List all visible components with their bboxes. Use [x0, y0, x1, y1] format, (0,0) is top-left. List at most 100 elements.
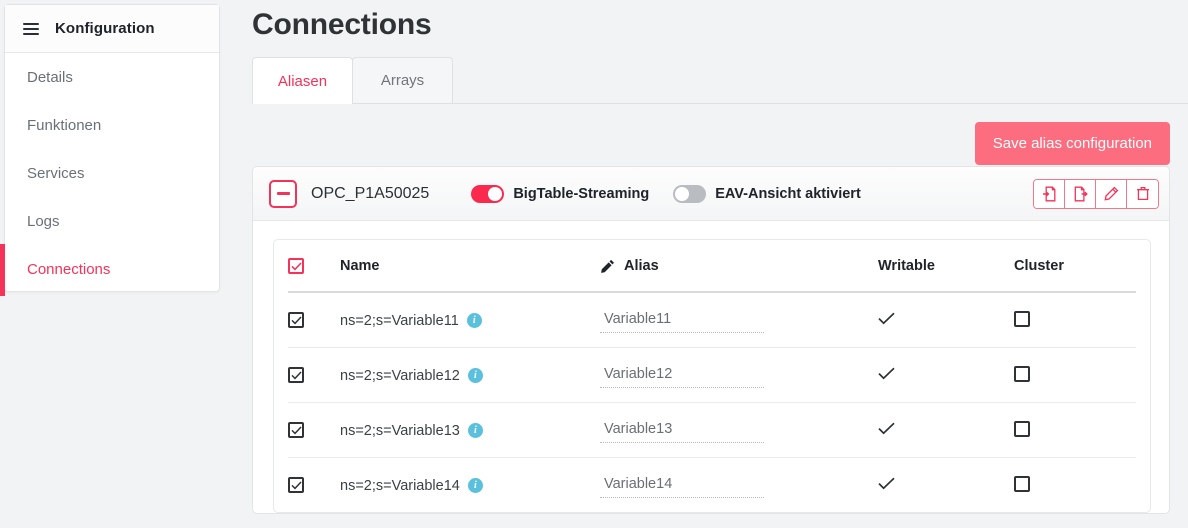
tab-aliasen[interactable]: Aliasen [252, 57, 353, 104]
row-cluster-cell [1014, 347, 1136, 403]
bigtable-streaming-toggle-group: BigTable-Streaming [471, 184, 650, 203]
sidebar-header: Konfiguration [5, 5, 219, 53]
column-header-alias-label: Alias [624, 258, 659, 275]
file-import-icon[interactable] [1034, 179, 1065, 208]
row-name-cell: ns=2;s=Variable14 i [340, 457, 600, 512]
main-content: Connections Aliasen Arrays Save alias co… [240, 0, 1188, 528]
sidebar-item-label: Details [27, 68, 73, 86]
alias-input[interactable] [600, 473, 764, 498]
collapse-minus-icon[interactable] [269, 179, 297, 208]
column-header-cluster: Cluster [1014, 240, 1136, 293]
tab-label: Aliasen [277, 72, 328, 90]
row-cluster-cell [1014, 457, 1136, 512]
toolbar: Save alias configuration [240, 104, 1170, 166]
row-name-cell: ns=2;s=Variable12 i [340, 347, 600, 403]
eav-ansicht-toggle[interactable] [673, 184, 707, 203]
writable-check-icon [878, 312, 895, 329]
row-name-cell: ns=2;s=Variable13 i [340, 402, 600, 458]
alias-table-body: ns=2;s=Variable11 i Variable11 ns=2;s=Va… [288, 291, 1136, 512]
sidebar-item-funktionen[interactable]: Funktionen [5, 101, 219, 149]
row-select-cell [288, 291, 340, 348]
row-checkbox[interactable] [288, 367, 304, 384]
tab-label: Arrays [380, 72, 425, 89]
connection-card: OPC_P1A50025 BigTable-Streaming EAV-Ansi… [252, 166, 1170, 514]
sidebar-item-label: Services [27, 164, 85, 182]
row-checkbox[interactable] [288, 477, 304, 494]
sidebar-nav: Details Funktionen Services Logs Connect… [5, 53, 219, 293]
row-writable-cell [878, 291, 1014, 348]
cluster-checkbox[interactable] [1014, 475, 1030, 492]
cluster-checkbox[interactable] [1014, 420, 1030, 437]
row-checkbox[interactable] [288, 312, 304, 329]
row-name-cell: ns=2;s=Variable11 i [340, 291, 600, 348]
row-alias-cell [600, 291, 878, 348]
alias-table: Name Alias Writable Cluster ns=2;s=Varia… [288, 240, 1136, 512]
sidebar-item-label: Logs [27, 212, 60, 230]
sidebar-item-details[interactable]: Details [5, 53, 219, 101]
row-writable-cell [878, 347, 1014, 403]
info-icon[interactable]: i [467, 423, 483, 438]
row-name: ns=2;s=Variable12 [340, 367, 460, 384]
select-all-checkbox[interactable] [288, 258, 304, 274]
row-alias-cell [600, 347, 878, 403]
alias-input[interactable] [600, 418, 764, 443]
alias-input[interactable] [600, 308, 764, 333]
info-icon[interactable]: i [467, 478, 483, 493]
row-writable-cell [878, 457, 1014, 512]
file-export-icon[interactable] [1065, 179, 1096, 208]
info-icon[interactable]: i [466, 313, 482, 328]
connection-actions [1033, 178, 1159, 209]
save-alias-configuration-button[interactable]: Save alias configuration [974, 122, 1170, 165]
table-row: ns=2;s=Variable12 i [288, 347, 1136, 403]
eav-ansicht-toggle-group: EAV-Ansicht aktiviert [673, 184, 861, 203]
writable-check-icon [878, 422, 895, 439]
sidebar-item-logs[interactable]: Logs [5, 197, 219, 245]
table-row: ns=2;s=Variable11 i [288, 291, 1136, 348]
row-name: ns=2;s=Variable14 [340, 477, 460, 494]
connection-card-header: OPC_P1A50025 BigTable-Streaming EAV-Ansi… [253, 167, 1169, 221]
connection-name: OPC_P1A50025 [311, 184, 430, 202]
column-header-alias: Alias [600, 240, 878, 293]
trash-icon[interactable] [1127, 179, 1158, 208]
sidebar-item-label: Funktionen [27, 116, 102, 134]
row-writable-cell [878, 402, 1014, 458]
table-header-row: Name Alias Writable Cluster [288, 240, 1136, 293]
row-alias-cell [600, 457, 878, 512]
writable-check-icon [878, 477, 895, 494]
row-select-cell [288, 402, 340, 458]
row-checkbox[interactable] [288, 422, 304, 439]
bigtable-streaming-toggle[interactable] [471, 184, 505, 203]
sidebar-item-label: Connections [27, 260, 111, 278]
cluster-checkbox[interactable] [1014, 310, 1030, 327]
sidebar-item-connections[interactable]: Connections [5, 245, 219, 293]
pencil-icon[interactable] [1096, 179, 1127, 208]
pencil-icon [600, 259, 615, 274]
cluster-checkbox[interactable] [1014, 365, 1030, 382]
row-name: ns=2;s=Variable13 [340, 422, 460, 439]
column-header-writable: Writable [878, 240, 1014, 293]
sidebar-active-indicator [0, 244, 5, 296]
row-select-cell [288, 457, 340, 512]
bigtable-streaming-label: BigTable-Streaming [513, 185, 650, 202]
alias-input[interactable] [600, 363, 764, 388]
row-name: ns=2;s=Variable11 [340, 312, 459, 329]
sidebar-title: Konfiguration [55, 20, 155, 37]
tab-arrays[interactable]: Arrays [352, 57, 453, 103]
row-cluster-cell [1014, 291, 1136, 348]
row-cluster-cell [1014, 402, 1136, 458]
eav-ansicht-label: EAV-Ansicht aktiviert [715, 185, 861, 202]
page-title: Connections [252, 8, 432, 41]
info-icon[interactable]: i [467, 368, 483, 383]
sidebar-item-services[interactable]: Services [5, 149, 219, 197]
tab-bar: Aliasen Arrays [252, 56, 1188, 104]
alias-table-panel: Name Alias Writable Cluster ns=2;s=Varia… [273, 239, 1151, 513]
sidebar: Konfiguration Details Funktionen Service… [4, 4, 220, 292]
row-select-cell [288, 347, 340, 403]
column-header-name: Name [340, 240, 600, 293]
row-alias-cell [600, 402, 878, 458]
writable-check-icon [878, 367, 895, 384]
select-all-header [288, 240, 340, 293]
hamburger-icon[interactable] [23, 22, 39, 35]
table-row: ns=2;s=Variable14 i [288, 457, 1136, 512]
table-row: ns=2;s=Variable13 i [288, 402, 1136, 458]
